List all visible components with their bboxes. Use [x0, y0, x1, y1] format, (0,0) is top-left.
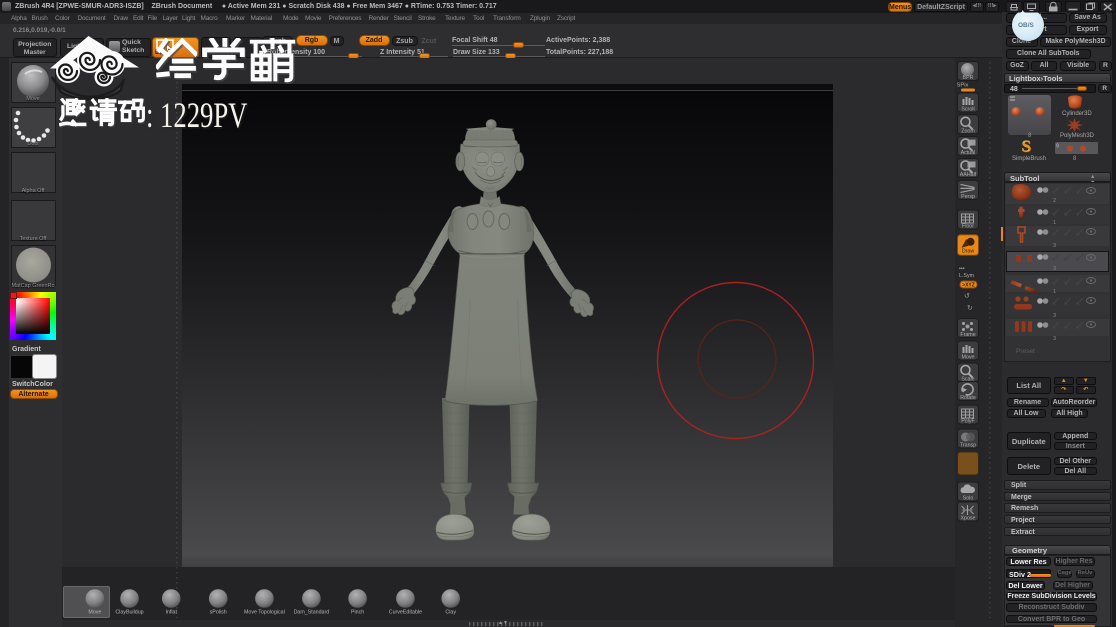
svg-text:ClayBuildup: ClayBuildup	[115, 610, 143, 616]
svg-text:>XYZ: >XYZ	[962, 283, 975, 289]
svg-text:Dam_Standard: Dam_Standard	[294, 610, 330, 616]
svg-text:CurveEditable: CurveEditable	[389, 610, 422, 616]
svg-text:AAHalf: AAHalf	[960, 172, 977, 178]
svg-text:SPix: SPix	[957, 83, 969, 89]
svg-text:Inflat: Inflat	[165, 610, 177, 616]
svg-text:Floor: Floor	[962, 224, 974, 230]
svg-text:Xpose: Xpose	[960, 516, 975, 522]
svg-text:Move Topological: Move Topological	[244, 610, 285, 616]
svg-text:Draw: Draw	[962, 248, 975, 254]
svg-text:Rotate: Rotate	[960, 395, 976, 401]
svg-text:Frame: Frame	[960, 332, 975, 338]
svg-text:Pinch: Pinch	[351, 610, 364, 616]
svg-text:Zoom: Zoom	[961, 128, 975, 134]
svg-text:Solo: Solo	[963, 496, 974, 502]
svg-text:Persp: Persp	[961, 194, 975, 200]
svg-text:BPR: BPR	[963, 75, 974, 81]
svg-text:Move: Move	[88, 610, 101, 616]
svg-text:Actual: Actual	[961, 150, 976, 156]
svg-text:Move: Move	[962, 355, 975, 361]
svg-text:L.Sym: L.Sym	[959, 273, 975, 279]
svg-text:Transp: Transp	[960, 443, 976, 449]
svg-text:Clay: Clay	[445, 610, 456, 616]
svg-text:↺: ↺	[964, 293, 970, 300]
svg-text:•••: •••	[959, 266, 965, 272]
svg-text:Scroll: Scroll	[961, 107, 974, 113]
svg-text:9: 9	[1056, 143, 1059, 149]
svg-text:sPolish: sPolish	[210, 610, 227, 616]
svg-text:↻: ↻	[967, 305, 973, 312]
svg-text:PolyF: PolyF	[961, 419, 975, 425]
